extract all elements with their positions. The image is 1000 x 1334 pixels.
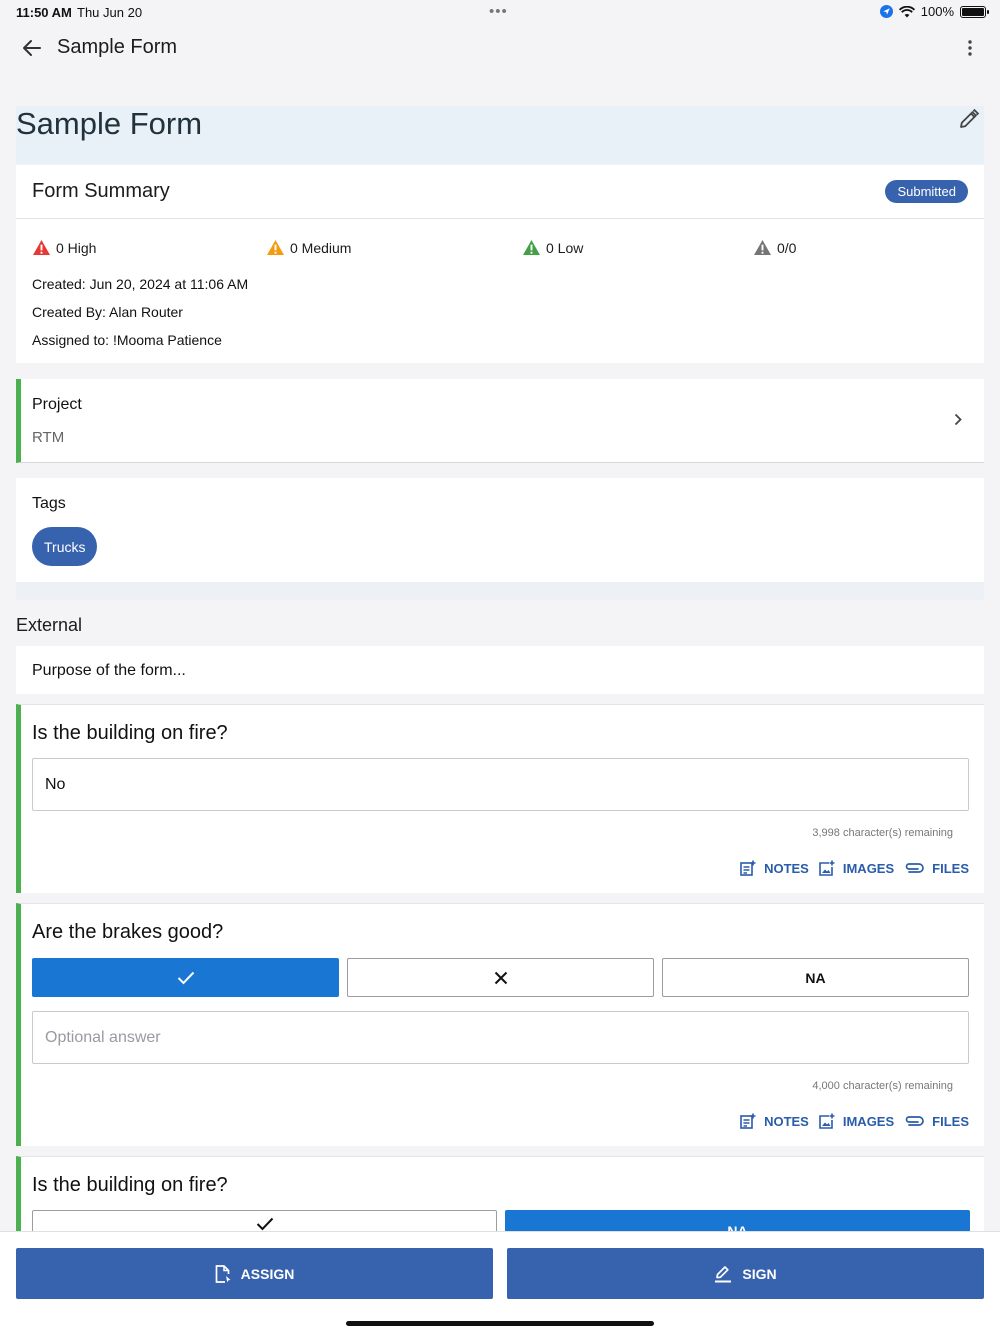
question-card: Are the brakes good? NA Optional answer … (16, 903, 984, 1146)
notes-label: NOTES (764, 1113, 809, 1129)
status-badge: Submitted (885, 180, 968, 203)
notes-button[interactable]: NOTES (740, 860, 809, 876)
created-by: Created By: Alan Router (32, 304, 183, 320)
assign-label: ASSIGN (240, 1265, 295, 1282)
risk-total-label: 0/0 (777, 239, 797, 256)
chevron-right-icon (954, 413, 962, 426)
option-no-button[interactable] (347, 958, 654, 997)
risk-low: 0 Low (522, 239, 583, 256)
tags-card: Tags Trucks (16, 478, 984, 582)
option-yes-button[interactable] (32, 958, 339, 997)
note-add-icon (740, 1113, 756, 1129)
notes-button[interactable]: NOTES (740, 1113, 809, 1129)
home-indicator[interactable] (346, 1321, 654, 1326)
files-button[interactable]: FILES (904, 1114, 969, 1129)
question-title: Are the brakes good? (32, 921, 224, 943)
notes-label: NOTES (764, 860, 809, 876)
note-add-icon (740, 860, 756, 876)
external-heading: External (16, 615, 83, 635)
option-na-button[interactable]: NA (662, 958, 969, 997)
project-value: RTM (32, 429, 65, 446)
pencil-icon (960, 108, 980, 128)
purpose-text: Purpose of the form... (32, 662, 186, 679)
paperclip-icon (905, 1116, 924, 1126)
image-add-icon (819, 860, 835, 876)
tag-chip[interactable]: Trucks (32, 527, 98, 566)
assign-button[interactable]: ASSIGN (16, 1248, 493, 1299)
battery-icon (960, 5, 989, 18)
option-na-button[interactable]: NA (505, 1210, 970, 1231)
more-options-button[interactable] (958, 36, 982, 60)
close-icon (494, 971, 507, 984)
nav-title: Sample Form (57, 36, 178, 58)
warning-medium-icon (267, 239, 284, 256)
answer-options: NA (32, 958, 969, 997)
question-card: Is the building on fire? NA (16, 1156, 984, 1231)
summary-header: Form Summary Submitted (16, 165, 984, 219)
section-divider (16, 582, 984, 600)
signature-pen-icon (715, 1265, 732, 1282)
project-field[interactable]: Project RTM (16, 379, 984, 463)
answer-options: NA (32, 1210, 970, 1231)
risk-low-label: 0 Low (546, 239, 584, 256)
status-time: 11:50 AM (16, 5, 72, 20)
sign-label: SIGN (742, 1265, 777, 1282)
files-button[interactable]: FILES (904, 861, 969, 876)
purpose-card: Purpose of the form... (16, 646, 984, 694)
sign-button[interactable]: SIGN (507, 1248, 984, 1299)
answer-input[interactable]: No (32, 758, 969, 811)
more-vertical-icon (968, 40, 972, 56)
edit-button[interactable] (958, 108, 984, 134)
check-icon (177, 971, 194, 984)
question-title: Is the building on fire? (32, 1174, 228, 1196)
location-icon (879, 5, 893, 18)
created-date: Created: Jun 20, 2024 at 11:06 AM (32, 276, 249, 292)
risk-high: 0 High (32, 239, 96, 256)
tags-label: Tags (32, 495, 66, 512)
images-label: IMAGES (842, 860, 895, 876)
form-summary-card: Form Summary Submitted 0 High 0 Medium 0… (16, 165, 984, 363)
status-date: Thu Jun 20 (77, 5, 143, 20)
page-title: Sample Form (16, 106, 203, 141)
wifi-icon (898, 5, 915, 17)
back-button[interactable] (16, 34, 48, 62)
image-add-icon (819, 1113, 835, 1129)
arrow-left-icon (23, 40, 41, 56)
images-label: IMAGES (842, 1113, 895, 1129)
battery-percent: 100% (920, 4, 954, 19)
risk-total: 0/0 (753, 239, 796, 256)
assigned-to: Assigned to: !Mooma Patience (32, 332, 222, 348)
warning-neutral-icon (754, 239, 771, 256)
question-actions: NOTES IMAGES FILES (738, 1113, 969, 1129)
risk-medium: 0 Medium (266, 239, 351, 256)
warning-high-icon (33, 239, 50, 256)
option-yes-button[interactable] (32, 1210, 497, 1231)
images-button[interactable]: IMAGES (819, 860, 894, 876)
summary-title: Form Summary (32, 180, 170, 202)
files-label: FILES (932, 860, 969, 876)
risk-high-label: 0 High (56, 239, 97, 256)
assign-document-icon (215, 1264, 231, 1283)
project-label: Project (32, 396, 82, 413)
question-actions: NOTES IMAGES FILES (738, 860, 969, 876)
paperclip-icon (905, 863, 924, 873)
optional-answer-input[interactable]: Optional answer (32, 1011, 969, 1064)
bottom-action-bar: ASSIGN SIGN (0, 1231, 1000, 1334)
check-icon (256, 1217, 273, 1231)
char-remaining: 3,998 character(s) remaining (812, 827, 953, 839)
warning-low-icon (523, 239, 540, 256)
question-title: Is the building on fire? (32, 722, 228, 744)
files-label: FILES (932, 1113, 969, 1129)
question-card: Is the building on fire? No 3,998 charac… (16, 704, 984, 893)
multitasking-dots-icon[interactable]: ••• (489, 3, 508, 20)
images-button[interactable]: IMAGES (819, 1113, 894, 1129)
status-indicators: 100% (879, 4, 989, 19)
char-remaining: 4,000 character(s) remaining (812, 1080, 953, 1092)
risk-medium-label: 0 Medium (290, 239, 352, 256)
